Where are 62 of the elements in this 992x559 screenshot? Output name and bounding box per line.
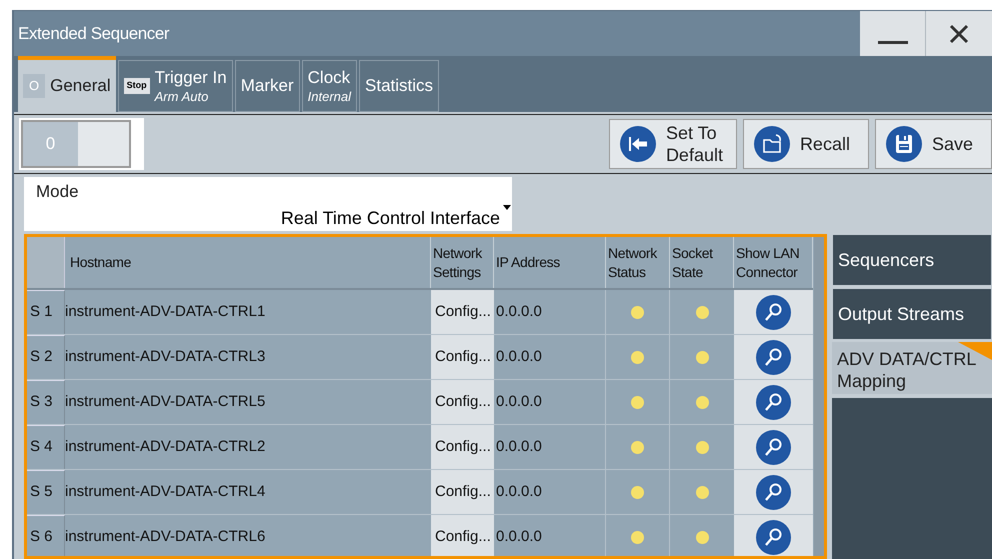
config-button[interactable]: Config... [431,470,494,514]
mode-dropdown[interactable]: Mode Real Time Control Interface [24,177,512,231]
config-button[interactable]: Config... [431,425,494,469]
toolbar-button[interactable]: Set To Default [608,119,737,169]
column-header: Network Status [606,237,670,288]
row-index: S 5 [27,470,65,514]
config-button[interactable]: Config... [431,380,494,424]
config-button[interactable]: Config... [431,515,494,556]
row-index: S 2 [27,335,65,379]
side-nav-item[interactable]: Output Streams [832,288,992,340]
search-icon[interactable] [756,474,791,510]
tab[interactable]: O General [18,56,116,112]
floppy-disk-icon [886,126,922,162]
search-icon[interactable] [756,294,791,330]
mode-value: Real Time Control Interface [280,206,500,230]
tab[interactable]: Clock Internal [302,60,358,112]
search-icon[interactable] [756,520,791,554]
column-header: Socket State [670,237,734,288]
folder-icon [754,126,790,162]
toolbar-button[interactable]: Recall [742,119,869,169]
table-cell-text: instrument-ADV-DATA-CTRL1 [65,302,266,322]
tab[interactable]: Stop Trigger In Arm Auto [118,60,233,112]
row-index: S 6 [27,515,65,556]
table-cell: 0.0.0.0 [494,290,606,334]
table-cell-text: instrument-ADV-DATA-CTRL6 [65,526,266,547]
column-header: IP Address [494,237,606,288]
row-index: S 3 [27,380,65,424]
arrow-left-icon [620,126,656,162]
table-cell: 0.0.0.0 [494,515,606,556]
row-index: S 1 [27,290,65,334]
search-icon[interactable] [756,430,791,464]
window-title: Extended Sequencer [17,22,170,45]
column-header: Show LAN Connector [734,237,813,288]
close-button[interactable] [926,11,992,56]
config-button[interactable]: Config... [431,290,494,334]
table-cell: 0.0.0.0 [494,335,606,379]
tab[interactable]: Statistics [359,60,440,112]
mode-label: Mode [36,181,80,203]
table-cell-text: instrument-ADV-DATA-CTRL4 [65,482,266,502]
search-icon[interactable] [756,384,791,420]
table-cell: 0.0.0.0 [494,470,606,514]
search-icon[interactable] [756,340,791,374]
column-header: Hostname [65,237,431,288]
row-index: S 4 [27,425,65,469]
table-cell: 0.0.0.0 [494,380,606,424]
minimize-button[interactable] [860,11,926,56]
stop-badge: Stop [124,78,150,94]
toolbar-button[interactable]: Save [874,119,992,169]
close-icon [949,24,969,44]
column-header: Network Settings [431,237,494,288]
toggle-value: 0 [23,122,78,166]
status-indicator: O [23,74,46,98]
side-nav-item[interactable]: Sequencers [832,234,992,286]
corner-cell [27,237,65,288]
dropdown-caret-icon [503,205,511,210]
side-nav-item[interactable]: ADV DATA/CTRL Mapping [832,342,992,394]
config-button[interactable]: Config... [431,335,494,379]
table-cell: 0.0.0.0 [494,425,606,469]
table-cell-text: instrument-ADV-DATA-CTRL2 [65,436,266,457]
table-cell-text: instrument-ADV-DATA-CTRL5 [65,392,266,412]
tab[interactable]: Marker [234,60,300,112]
table-cell-text: instrument-ADV-DATA-CTRL3 [65,346,266,367]
